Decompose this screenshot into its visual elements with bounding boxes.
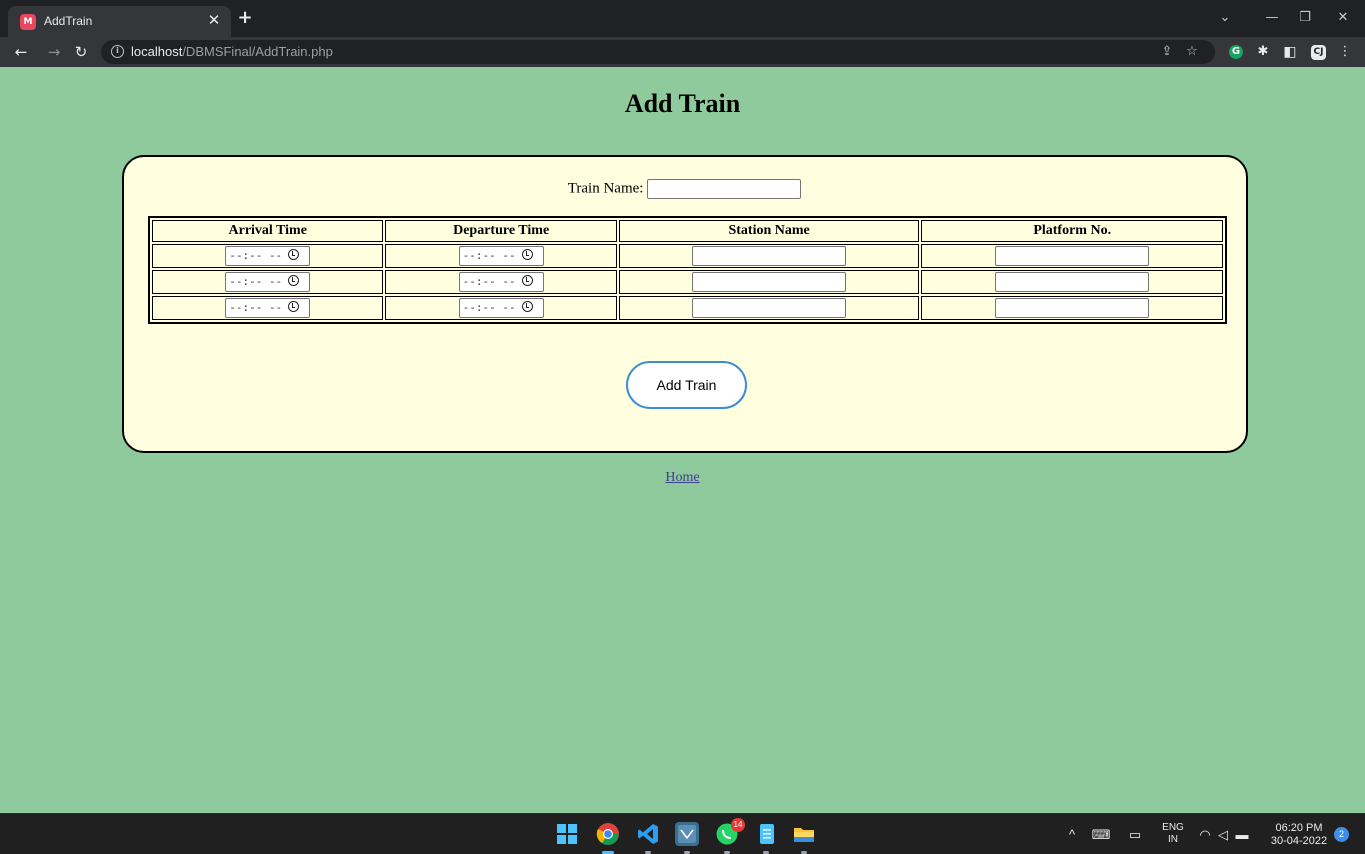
favicon-icon: M bbox=[20, 14, 36, 30]
clock-time: 06:20 PM bbox=[1275, 822, 1323, 834]
departure-time-input[interactable]: --:-- -- bbox=[458, 298, 544, 318]
share-icon[interactable]: ⇪ bbox=[1158, 43, 1176, 61]
tablet-mode-icon[interactable]: ▭ bbox=[1124, 814, 1146, 854]
cj-extension-icon[interactable]: CJ bbox=[1311, 45, 1326, 60]
station-name-input[interactable] bbox=[692, 298, 847, 318]
clock-icon[interactable] bbox=[521, 249, 533, 260]
train-name-row: Train Name: bbox=[124, 179, 1245, 199]
arrival-cell: --:-- -- bbox=[152, 296, 384, 320]
table-row: --:-- -- --:-- -- bbox=[152, 270, 1223, 294]
arrival-time-input[interactable]: --:-- -- bbox=[225, 298, 311, 318]
clock-icon[interactable] bbox=[521, 301, 533, 312]
add-train-button[interactable]: Add Train bbox=[626, 361, 747, 409]
station-cell bbox=[618, 244, 920, 268]
table-row: --:-- -- --:-- -- bbox=[152, 244, 1223, 268]
arrival-cell: --:-- -- bbox=[152, 244, 384, 268]
home-link[interactable]: Home bbox=[0, 470, 1365, 486]
taskbar: 14 ^ ⌨ ▭ ENG IN ◠ ◁ ▬ 06:20 PM 30-04-202… bbox=[0, 813, 1365, 854]
station-name-input[interactable] bbox=[692, 272, 847, 292]
notification-badge[interactable]: 2 bbox=[1334, 827, 1349, 842]
back-icon[interactable]: ← bbox=[10, 41, 32, 63]
column-header-station: Station Name bbox=[618, 220, 920, 242]
tab-search-icon[interactable]: ⌄ bbox=[1215, 8, 1235, 28]
new-tab-button[interactable]: + bbox=[236, 9, 254, 27]
arrival-time-input[interactable]: --:-- -- bbox=[225, 246, 311, 266]
train-name-input[interactable] bbox=[647, 179, 802, 199]
whatsapp-taskbar-icon[interactable]: 14 bbox=[715, 818, 745, 846]
chrome-taskbar-icon[interactable] bbox=[596, 822, 620, 846]
browser-toolbar: ← → ↻ i localhost/DBMSFinal/AddTrain.php… bbox=[0, 37, 1365, 67]
address-bar[interactable]: i localhost/DBMSFinal/AddTrain.php ⇪ ☆ bbox=[101, 40, 1215, 64]
platform-cell bbox=[921, 270, 1223, 294]
wifi-icon[interactable]: ◠ bbox=[1196, 814, 1214, 854]
column-header-platform: Platform No. bbox=[921, 220, 1223, 242]
platform-no-input[interactable] bbox=[995, 272, 1150, 292]
page-title: Add Train bbox=[624, 89, 741, 118]
clock-icon[interactable] bbox=[288, 275, 300, 286]
tab-title: AddTrain bbox=[44, 14, 93, 28]
whatsapp-badge: 14 bbox=[731, 818, 745, 832]
close-tab-icon[interactable]: ✕ bbox=[205, 11, 223, 29]
arrival-time-input[interactable]: --:-- -- bbox=[225, 272, 311, 292]
volume-icon[interactable]: ◁ bbox=[1214, 814, 1232, 854]
language-region: IN bbox=[1168, 834, 1178, 845]
touch-keyboard-icon[interactable]: ⌨ bbox=[1090, 814, 1112, 854]
grammarly-extension-icon[interactable]: G bbox=[1229, 45, 1243, 59]
table-header-row: Arrival Time Departure Time Station Name… bbox=[152, 220, 1223, 242]
minimize-button[interactable]: — bbox=[1262, 8, 1282, 28]
clock-icon[interactable] bbox=[521, 275, 533, 286]
language-code: ENG bbox=[1162, 822, 1184, 833]
train-name-label: Train Name: bbox=[567, 180, 644, 197]
menu-kebab-icon[interactable]: ⋮ bbox=[1335, 42, 1355, 62]
bookmark-star-icon[interactable]: ☆ bbox=[1183, 43, 1201, 61]
close-window-button[interactable]: ✕ bbox=[1333, 8, 1353, 28]
site-info-icon[interactable]: i bbox=[111, 45, 124, 58]
platform-cell bbox=[921, 296, 1223, 320]
tab-addtrain[interactable]: M AddTrain ✕ bbox=[8, 6, 231, 37]
tray-overflow-icon[interactable]: ^ bbox=[1063, 814, 1081, 854]
clock-icon[interactable] bbox=[288, 249, 300, 260]
url-text: localhost/DBMSFinal/AddTrain.php bbox=[131, 44, 333, 59]
departure-time-input[interactable]: --:-- -- bbox=[458, 246, 544, 266]
platform-no-input[interactable] bbox=[995, 298, 1150, 318]
page-content: Add Train Train Name: Arrival Time Depar… bbox=[0, 67, 1365, 813]
column-header-arrival: Arrival Time bbox=[152, 220, 384, 242]
station-name-input[interactable] bbox=[692, 246, 847, 266]
clock-date: 30-04-2022 bbox=[1270, 835, 1328, 847]
forward-icon[interactable]: → bbox=[43, 41, 65, 63]
platform-no-input[interactable] bbox=[995, 246, 1150, 266]
departure-time-input[interactable]: --:-- -- bbox=[458, 272, 544, 292]
notepad-taskbar-icon[interactable] bbox=[755, 822, 779, 846]
file-explorer-taskbar-icon[interactable] bbox=[792, 822, 816, 846]
tab-strip: M AddTrain ✕ + ⌄ — ❐ ✕ bbox=[0, 0, 1365, 37]
departure-cell: --:-- -- bbox=[385, 270, 617, 294]
side-panel-icon[interactable]: ◧ bbox=[1280, 42, 1300, 62]
vscode-taskbar-icon[interactable] bbox=[636, 822, 660, 846]
arrival-cell: --:-- -- bbox=[152, 270, 384, 294]
add-train-form: Train Name: Arrival Time Departure Time … bbox=[122, 155, 1248, 453]
clock-icon[interactable] bbox=[288, 301, 300, 312]
station-cell bbox=[618, 296, 920, 320]
stops-table: Arrival Time Departure Time Station Name… bbox=[148, 216, 1227, 324]
platform-cell bbox=[921, 244, 1223, 268]
column-header-departure: Departure Time bbox=[385, 220, 617, 242]
station-cell bbox=[618, 270, 920, 294]
departure-cell: --:-- -- bbox=[385, 296, 617, 320]
windows-start-icon[interactable] bbox=[557, 824, 577, 844]
restore-button[interactable]: ❐ bbox=[1295, 8, 1315, 28]
clock[interactable]: 06:20 PM 30-04-2022 bbox=[1266, 822, 1332, 848]
battery-icon[interactable]: ▬ bbox=[1233, 814, 1251, 854]
mysql-workbench-taskbar-icon[interactable] bbox=[675, 822, 699, 846]
language-indicator[interactable]: ENG IN bbox=[1158, 822, 1188, 846]
extensions-puzzle-icon[interactable]: ✱ bbox=[1253, 42, 1273, 62]
reload-icon[interactable]: ↻ bbox=[70, 41, 92, 63]
table-row: --:-- -- --:-- -- bbox=[152, 296, 1223, 320]
departure-cell: --:-- -- bbox=[385, 244, 617, 268]
